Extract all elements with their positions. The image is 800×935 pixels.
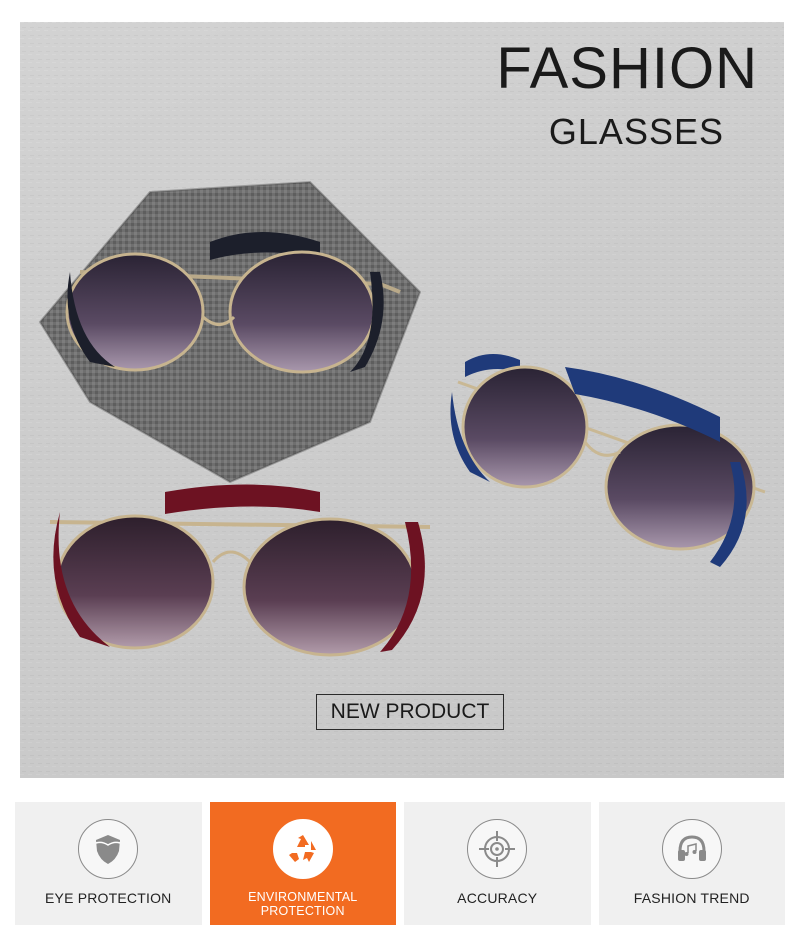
page-subtitle: GLASSES: [548, 111, 724, 152]
feature-label: FASHION TREND: [633, 890, 750, 906]
crosshair-icon: [467, 819, 528, 879]
page-title: FASHION: [496, 36, 758, 101]
feature-strip: EYE PROTECTION ENVIRONMENTAL PROTECTION: [15, 802, 785, 925]
feature-label: ACCURACY: [457, 890, 538, 906]
recycle-icon: [272, 819, 333, 879]
feature-eye-protection: EYE PROTECTION: [15, 802, 202, 925]
feature-environmental-protection: ENVIRONMENTAL PROTECTION: [209, 802, 396, 925]
feature-label: ENVIRONMENTAL PROTECTION: [248, 890, 358, 918]
shield-icon: [78, 819, 139, 879]
feature-label: EYE PROTECTION: [45, 890, 172, 906]
feature-accuracy: ACCURACY: [404, 802, 591, 925]
headphones-icon: [661, 819, 722, 879]
new-product-badge: NEW PRODUCT: [316, 694, 504, 730]
hero-banner: FASHION GLASSES NEW PRODUCT: [20, 22, 784, 778]
feature-fashion-trend: FASHION TREND: [598, 802, 785, 925]
